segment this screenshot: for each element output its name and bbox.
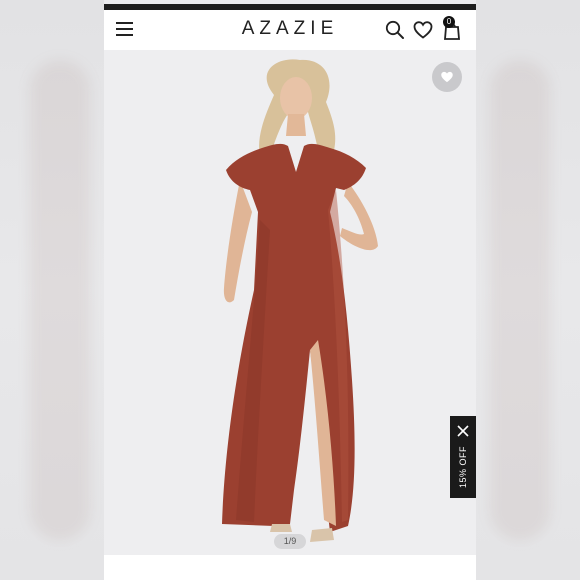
- heart-icon: [441, 71, 453, 83]
- site-header: AZAZIE 0: [104, 10, 476, 51]
- wishlist-button[interactable]: [432, 62, 462, 92]
- discount-tab[interactable]: 15% OFF: [450, 416, 476, 498]
- bottom-strip: [104, 555, 476, 580]
- blurred-figure: [490, 60, 550, 540]
- product-image[interactable]: 15% OFF 1/9: [104, 50, 476, 555]
- search-icon[interactable]: [384, 19, 406, 41]
- close-icon[interactable]: [456, 424, 470, 438]
- phone-screen: AZAZIE 0 15% OFF 1/9: [104, 0, 476, 580]
- heart-icon[interactable]: [412, 19, 434, 41]
- model-photo: [222, 59, 378, 542]
- left-blur-panel: [0, 0, 104, 580]
- bag-count-badge: 0: [443, 16, 455, 28]
- blurred-figure: [30, 60, 90, 540]
- bag-icon[interactable]: 0: [441, 16, 463, 41]
- discount-label[interactable]: 15% OFF: [458, 438, 468, 496]
- image-pager: 1/9: [274, 534, 306, 549]
- right-blur-panel: [476, 0, 580, 580]
